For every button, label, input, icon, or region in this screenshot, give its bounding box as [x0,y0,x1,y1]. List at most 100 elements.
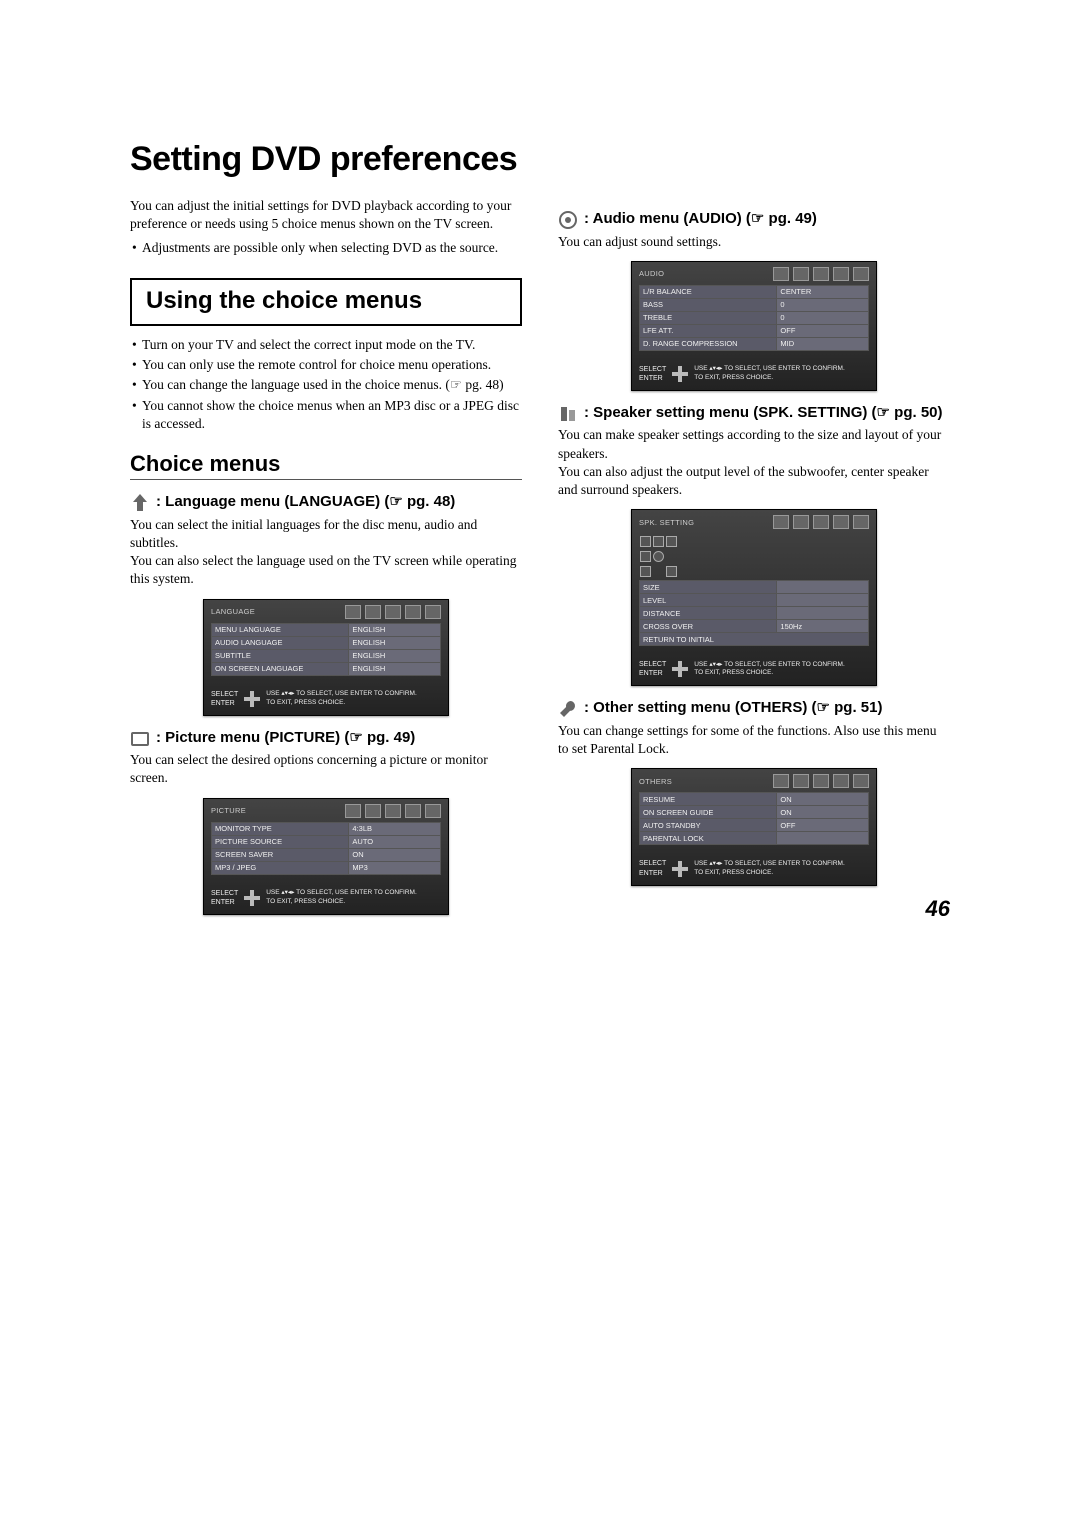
hint-enter: ENTER [211,699,238,708]
osd-tab-icon [345,605,361,619]
osd-tab-icon [385,804,401,818]
osd-tab-icon [793,774,809,788]
osd-cell: 4:3LB [349,822,441,835]
language-icon [130,493,150,511]
osd-cell [777,832,869,845]
hint-enter: ENTER [211,898,238,907]
osd-cell: DISTANCE [640,607,777,620]
osd-cell: OFF [777,324,869,337]
osd-cell: MONITOR TYPE [212,822,349,835]
osd-cell: PARENTAL LOCK [640,832,777,845]
audio-osd: AUDIO L/R BALANCECENTER BASS0 TREBLE0 LF… [631,261,877,391]
osd-tab-icon [405,605,421,619]
osd-cell [777,607,869,620]
osd-tab-icon [425,804,441,818]
hint-select: SELECT [639,660,666,669]
others-osd: OTHERS RESUMEON ON SCREEN GUIDEON AUTO S… [631,768,877,885]
osd-tab-icon [365,804,381,818]
speaker-layout-icon [639,535,679,580]
osd-tab-icon [813,267,829,281]
spk-desc2: You can also adjust the output level of … [558,463,950,499]
osd-hint: SELECTENTER USE ▴▾◂▸ TO SELECT, USE ENTE… [639,859,869,877]
osd-cell: OFF [777,819,869,832]
language-menu-heading: : Language menu (LANGUAGE) (☞ pg. 48) [130,492,522,512]
wrench-icon [558,699,578,717]
osd-hint: SELECTENTER USE ▴▾◂▸ TO SELECT, USE ENTE… [639,365,869,383]
hint-text: USE ▴▾◂▸ TO SELECT, USE ENTER TO CONFIRM… [266,889,417,896]
menu-heading-text: : Other setting menu (OTHERS) (☞ pg. 51) [584,698,882,718]
others-menu-heading: : Other setting menu (OTHERS) (☞ pg. 51) [558,698,950,718]
osd-cell: AUTO [349,835,441,848]
page-title: Setting DVD preferences [130,140,950,179]
intro-bullet: Adjustments are possible only when selec… [130,239,522,257]
osd-tab-icon [773,515,789,529]
osd-cell: MP3 / JPEG [212,861,349,874]
osd-cell: ON SCREEN LANGUAGE [212,662,349,675]
dpad-icon [244,890,260,906]
picture-desc1: You can select the desired options conce… [130,751,522,787]
others-desc1: You can change settings for some of the … [558,722,950,758]
osd-cell: ON [777,806,869,819]
hint-enter: ENTER [639,869,666,878]
osd-title: AUDIO [639,269,769,278]
osd-cell: CROSS OVER [640,620,777,633]
using-bullet: You can change the language used in the … [130,376,522,394]
osd-cell: MP3 [349,861,441,874]
osd-tab-icon [853,515,869,529]
osd-tab-icon [853,267,869,281]
osd-table: RESUMEON ON SCREEN GUIDEON AUTO STANDBYO… [639,792,869,845]
osd-tab-icon [793,515,809,529]
osd-cell: PICTURE SOURCE [212,835,349,848]
hint-select: SELECT [639,859,666,868]
osd-tab-icon [833,774,849,788]
menu-heading-text: : Picture menu (PICTURE) (☞ pg. 49) [156,728,415,748]
osd-cell: LEVEL [640,594,777,607]
osd-cell: 0 [777,311,869,324]
osd-tab-icon [773,267,789,281]
osd-tab-icon [773,774,789,788]
using-bullet: You can only use the remote control for … [130,356,522,374]
intro-notes: Adjustments are possible only when selec… [130,239,522,257]
osd-cell: AUDIO LANGUAGE [212,636,349,649]
osd-tab-icon [793,267,809,281]
osd-cell: ON [349,848,441,861]
hint-text: USE ▴▾◂▸ TO SELECT, USE ENTER TO CONFIRM… [266,690,417,697]
dpad-icon [672,366,688,382]
osd-cell: LFE ATT. [640,324,777,337]
hint-select: SELECT [211,889,238,898]
left-column: You can adjust the initial settings for … [130,197,522,925]
choice-menus-heading: Choice menus [130,451,522,480]
audio-menu-heading: : Audio menu (AUDIO) (☞ pg. 49) [558,209,950,229]
menu-heading-text: : Language menu (LANGUAGE) (☞ pg. 48) [156,492,455,512]
osd-cell: SUBTITLE [212,649,349,662]
osd-cell: MENU LANGUAGE [212,623,349,636]
osd-tab-icon [365,605,381,619]
osd-tab-icon [833,515,849,529]
osd-cell [777,581,869,594]
dpad-icon [672,661,688,677]
osd-table: MONITOR TYPE4:3LB PICTURE SOURCEAUTO SCR… [211,822,441,875]
osd-cell: ENGLISH [349,636,441,649]
osd-table: MENU LANGUAGEENGLISH AUDIO LANGUAGEENGLI… [211,623,441,676]
osd-tab-icon [813,774,829,788]
osd-cell: ON SCREEN GUIDE [640,806,777,819]
osd-cell: SCREEN SAVER [212,848,349,861]
spk-osd: SPK. SETTING SIZE LEVEL DISTANCE CRO [631,509,877,686]
osd-title: OTHERS [639,777,769,786]
osd-hint: SELECTENTER USE ▴▾◂▸ TO SELECT, USE ENTE… [211,889,441,907]
using-choice-box: Using the choice menus [130,278,522,326]
content-columns: You can adjust the initial settings for … [130,197,950,925]
spk-desc1: You can make speaker settings according … [558,426,950,462]
hint-select: SELECT [211,690,238,699]
hint-text: TO EXIT, PRESS CHOICE. [266,699,345,706]
language-desc1: You can select the initial languages for… [130,516,522,552]
manual-page: Setting DVD preferences You can adjust t… [0,0,1080,965]
osd-cell: AUTO STANDBY [640,819,777,832]
menu-heading-text: : Speaker setting menu (SPK. SETTING) (☞… [584,403,943,423]
osd-title: PICTURE [211,806,341,815]
spk-menu-heading: : Speaker setting menu (SPK. SETTING) (☞… [558,403,950,423]
osd-table: L/R BALANCECENTER BASS0 TREBLE0 LFE ATT.… [639,285,869,351]
hint-text: USE ▴▾◂▸ TO SELECT, USE ENTER TO CONFIRM… [694,661,845,668]
hint-enter: ENTER [639,374,666,383]
osd-tab-icon [405,804,421,818]
